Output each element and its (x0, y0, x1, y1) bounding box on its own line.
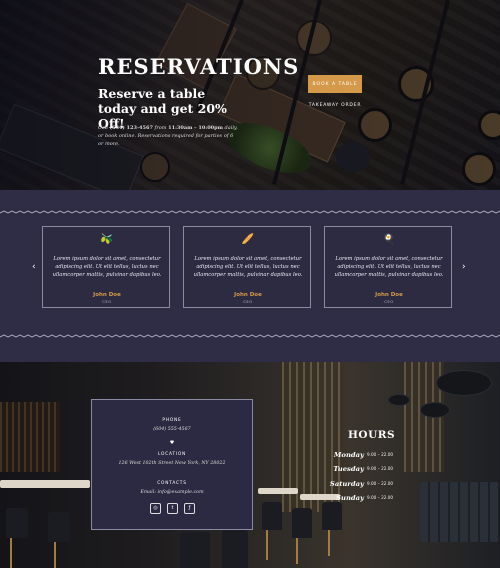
testimonial-card: 🥖 Lorem ipsum dolor sit amet, consectetu… (183, 226, 311, 308)
hours-row: Tuesday 9.00 – 22.00 (330, 465, 394, 475)
bg-decor-lamp (388, 394, 410, 406)
testimonial-role: CEO (102, 299, 112, 304)
olives-icon: 🫒 (100, 234, 114, 245)
hours-time: 9.00 – 22.00 (367, 495, 394, 500)
carousel-next-button[interactable]: › (462, 262, 466, 272)
bg-decor-chair (292, 508, 312, 538)
hours-row: Sunday 9.00 – 22.00 (330, 494, 394, 504)
book-table-button[interactable]: BOOK A TABLE (308, 75, 362, 93)
testimonial-role: CEO (243, 299, 253, 304)
testimonial-text: Lorem ipsum dolor sit amet, consectetur … (193, 256, 303, 278)
info-phone: (634) 123-4567 (109, 125, 153, 131)
testimonial-author: John Doe (93, 292, 121, 298)
testimonial-card: 🍳 Lorem ipsum dolor sit amet, consectetu… (324, 226, 452, 308)
hours-day: Monday (333, 451, 364, 459)
hours-day: Saturday (329, 480, 364, 488)
location-value: 126 West 102th Street New York, NY 28022 (118, 461, 226, 466)
phone-label: PHONE (162, 418, 182, 423)
hours-title: HOURS (348, 429, 396, 441)
hours-time: 9.00 – 22.00 (367, 452, 394, 457)
twitter-icon[interactable]: t (167, 503, 178, 514)
bg-decor-chair (6, 508, 28, 538)
bg-decor-sofa (420, 482, 500, 542)
page-title: RESERVATIONS (98, 54, 300, 79)
bg-decor-chair (48, 512, 70, 542)
foursquare-icon[interactable]: ƒ (184, 503, 195, 514)
bg-decor-chair-leg (54, 542, 56, 568)
heart-icon: ♥ (169, 440, 175, 446)
bread-icon: 🥖 (241, 234, 255, 245)
hero-overlay (0, 0, 500, 190)
testimonial-author: John Doe (234, 292, 262, 298)
location-label: LOCATION (157, 452, 187, 457)
contacts-label: CONTACTS (157, 481, 187, 486)
info-mid: from (152, 125, 169, 131)
reservations-hero: RESERVATIONS Reserve a table today and g… (0, 0, 500, 190)
takeaway-order-button[interactable]: TAKEAWAY ORDER (308, 98, 362, 112)
hours-row: Saturday 9.00 – 22.00 (329, 480, 394, 490)
testimonials-section: ‹ › 🫒 Lorem ipsum dolor sit amet, consec… (0, 190, 500, 362)
hours-time: 9.00 – 22.00 (367, 481, 394, 486)
wave-divider-bottom (0, 334, 500, 338)
instagram-icon[interactable]: ◎ (150, 503, 161, 514)
bg-decor-chair (262, 502, 282, 530)
info-hours: 11:30am – 10:00pm (168, 125, 223, 131)
bg-decor-table (0, 480, 90, 488)
bg-decor-lamp (436, 370, 492, 396)
carousel-prev-button[interactable]: ‹ (32, 262, 36, 272)
testimonial-role: CEO (384, 299, 394, 304)
bg-decor-chair-leg (10, 538, 12, 568)
hours-time: 9.00 – 22.00 (367, 466, 394, 471)
bg-decor-bar-shelf (0, 402, 60, 472)
bg-decor-chair-leg (266, 530, 268, 560)
phone-value[interactable]: (604) 555-4567 (92, 427, 252, 432)
info-prefix: Call (98, 125, 110, 131)
hours-day: Sunday (336, 494, 364, 502)
testimonial-text: Lorem ipsum dolor sit amet, consectetur … (334, 256, 444, 278)
bg-decor-chair (180, 532, 210, 568)
contact-hours-section: PHONE (604) 555-4567 ♥ LOCATION 126 West… (0, 362, 500, 568)
wave-divider-top (0, 210, 500, 214)
testimonial-card: 🫒 Lorem ipsum dolor sit amet, consectetu… (42, 226, 170, 308)
bg-decor-chair (222, 530, 248, 568)
email-value[interactable]: Email: info@example.com (92, 490, 252, 495)
hours-row: Monday 9.00 – 22.00 (330, 451, 394, 461)
hero-info-text: Call (634) 123-4567 from 11:30am – 10:00… (98, 124, 238, 148)
testimonial-author: John Doe (375, 292, 403, 298)
testimonial-text: Lorem ipsum dolor sit amet, consectetur … (52, 256, 162, 278)
bg-decor-chair-leg (328, 530, 330, 556)
bg-decor-chair-leg (296, 538, 298, 564)
egg-icon: 🍳 (382, 234, 396, 245)
bg-decor-table (258, 488, 298, 494)
bg-decor-lamp (420, 402, 450, 418)
bg-decor-chair (322, 502, 342, 530)
hours-day: Tuesday (333, 465, 364, 473)
